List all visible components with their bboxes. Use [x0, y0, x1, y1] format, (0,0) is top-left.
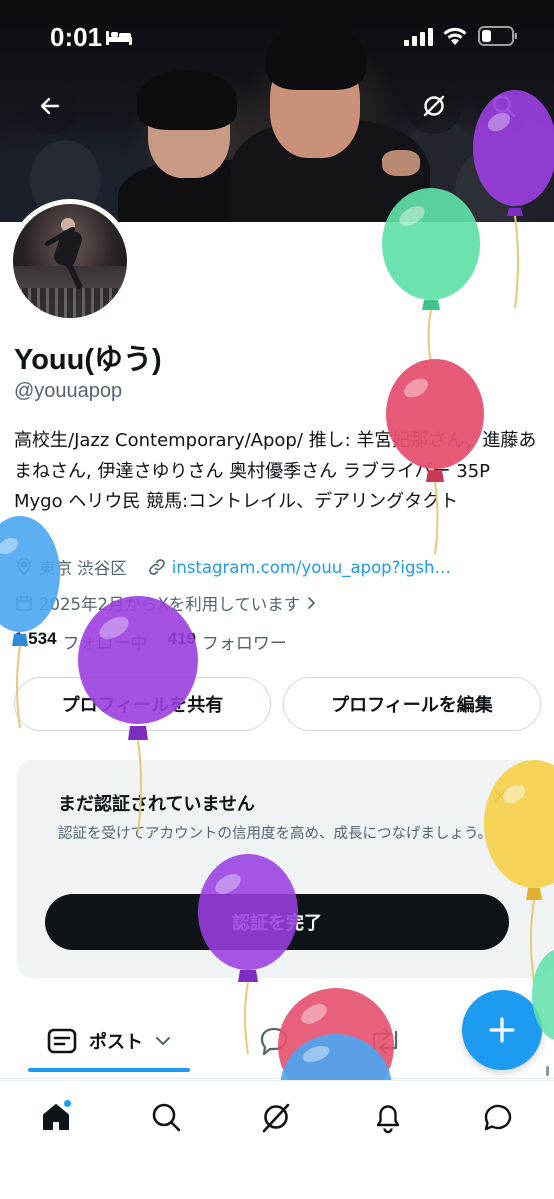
- signal-icon: [404, 28, 433, 46]
- bed-icon: [106, 31, 132, 45]
- tab-posts-label: ポスト: [89, 1032, 143, 1053]
- home-notification-dot: [63, 1099, 72, 1108]
- nav-notifications[interactable]: [368, 1097, 408, 1137]
- user-handle: @youuapop: [14, 380, 123, 402]
- wifi-icon: [443, 27, 467, 45]
- followers-count: 419: [167, 629, 196, 648]
- verification-card: まだ認証されていません 認証を受けてアカウントの信用度を高め、成長につなげましょ…: [17, 760, 554, 978]
- bio: 高校生/Jazz Contemporary/Apop/ 推し: 羊宮妃那さん、進…: [14, 430, 537, 512]
- search-icon: [493, 95, 516, 118]
- verification-description: 認証を受けてアカウントの信用度を高め、成長につなげましょう。: [58, 826, 493, 842]
- followers-label: フォロワー: [201, 634, 287, 654]
- follow-stats: 1,534 フォロー中 419 フォロワー: [0, 629, 287, 654]
- joined-row[interactable]: 2025年2月からXを利用しています: [14, 591, 323, 615]
- chevron-down-icon: [156, 1037, 170, 1045]
- edit-profile-button[interactable]: プロフィールを編集: [283, 677, 541, 731]
- notifications-bell-icon: [376, 1105, 400, 1134]
- chevron-right-icon: [308, 597, 316, 609]
- avatar-image: [13, 204, 127, 318]
- back-button[interactable]: [22, 78, 78, 134]
- verification-title: まだ認証されていません: [58, 794, 255, 815]
- tab-active-indicator: [28, 1068, 190, 1072]
- bottom-navigation: [0, 1080, 554, 1199]
- explore-search-icon: [152, 1103, 181, 1132]
- nav-messages[interactable]: [478, 1097, 518, 1137]
- status-bar: 0:01: [0, 0, 554, 72]
- status-time: 0:01: [50, 22, 103, 52]
- nav-home[interactable]: [36, 1097, 76, 1137]
- profile-link[interactable]: instagram.com/youu_apop?igsh…: [172, 558, 451, 577]
- location-text: 東京 渋谷区: [39, 559, 127, 578]
- scrollbar[interactable]: [546, 1066, 549, 1076]
- calendar-icon: [16, 594, 32, 611]
- grok-nav-icon: [262, 1103, 290, 1133]
- battery-icon: [478, 26, 517, 46]
- tab-posts[interactable]: ポスト: [28, 1010, 190, 1072]
- nav-explore[interactable]: [146, 1097, 186, 1137]
- link-icon: [148, 559, 165, 575]
- grok-icon: [423, 95, 445, 117]
- followers-link[interactable]: 419 フォロワー: [168, 629, 287, 654]
- display-name: Youu(ゆう): [14, 344, 162, 376]
- avatar[interactable]: [8, 199, 132, 323]
- meta-row-location-link: 東京 渋谷区 instagram.com/youu_apop?igsh…: [14, 555, 451, 579]
- tabs-divider: [0, 1078, 554, 1079]
- share-profile-button[interactable]: プロフィールを共有: [14, 677, 271, 731]
- search-button[interactable]: [476, 78, 532, 134]
- following-link[interactable]: 1,534 フォロー中: [14, 629, 148, 654]
- complete-verification-button[interactable]: 認証を完了: [45, 894, 509, 950]
- joined-text: 2025年2月からXを利用しています: [39, 595, 301, 614]
- nav-grok[interactable]: [256, 1097, 296, 1137]
- reply-icon[interactable]: [258, 1026, 290, 1056]
- close-icon[interactable]: ×: [491, 784, 509, 809]
- compose-plus-icon: [489, 1017, 515, 1043]
- back-arrow-icon: [40, 97, 60, 115]
- following-count: 1,534: [14, 629, 57, 648]
- messages-icon: [484, 1104, 512, 1131]
- repost-icon[interactable]: [366, 1026, 404, 1056]
- posts-tab-icon: [47, 1028, 77, 1054]
- grok-button[interactable]: [406, 78, 462, 134]
- location-pin-icon: [17, 557, 31, 577]
- compose-button[interactable]: [462, 990, 542, 1070]
- following-label: フォロー中: [62, 634, 148, 654]
